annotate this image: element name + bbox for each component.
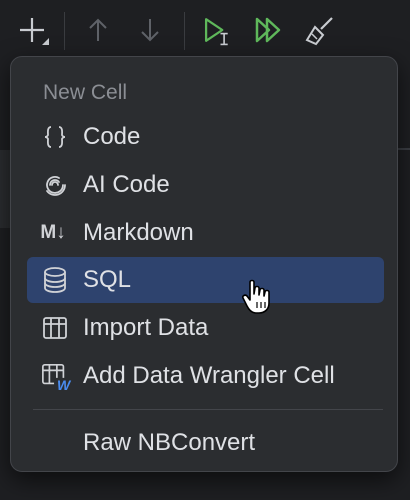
plus-icon xyxy=(20,18,49,45)
menu-item-label: AI Code xyxy=(83,171,170,198)
move-down-button[interactable] xyxy=(132,12,168,48)
menu-item-label: Code xyxy=(83,123,141,150)
run-cell-button[interactable] xyxy=(198,12,234,48)
hand-cursor-icon xyxy=(242,279,270,314)
add-cell-button[interactable] xyxy=(14,12,50,48)
menu-item-label: Markdown xyxy=(83,219,194,246)
database-icon xyxy=(41,266,69,294)
table-icon xyxy=(41,314,69,342)
run-all-button[interactable] xyxy=(250,12,286,48)
markdown-icon: M↓ xyxy=(40,222,66,243)
clear-outputs-button[interactable] xyxy=(302,12,338,48)
new-cell-menu: New Cell Code AI Code M↓ Markdown SQL Im… xyxy=(10,56,398,472)
braces-icon xyxy=(41,123,69,151)
menu-divider xyxy=(33,409,383,410)
ai-spiral-icon xyxy=(41,171,69,199)
move-up-button[interactable] xyxy=(80,12,116,48)
toolbar-separator xyxy=(184,12,185,50)
menu-item-label: Import Data xyxy=(83,314,209,341)
menu-item-label: SQL xyxy=(83,266,132,293)
menu-item-label: Add Data Wrangler Cell xyxy=(83,362,335,389)
menu-item-markdown[interactable]: M↓ Markdown xyxy=(27,210,384,256)
menu-item-raw-nbconvert[interactable]: Raw NBConvert xyxy=(27,420,384,466)
menu-header: New Cell xyxy=(43,81,128,104)
menu-item-data-wrangler[interactable]: W Add Data Wrangler Cell xyxy=(27,353,384,399)
menu-item-sql[interactable]: SQL xyxy=(27,257,384,303)
arrow-down-icon xyxy=(141,19,159,42)
toolbar-separator xyxy=(64,12,65,50)
table-w-icon: W xyxy=(41,362,71,393)
menu-item-label: Raw NBConvert xyxy=(83,429,256,456)
notebook-toolbar xyxy=(0,0,410,60)
menu-item-import-data[interactable]: Import Data xyxy=(27,305,384,351)
menu-item-ai-code[interactable]: AI Code xyxy=(27,162,384,208)
run-cursor-icon xyxy=(204,18,228,46)
broom-icon xyxy=(305,17,333,46)
arrow-up-icon xyxy=(89,18,107,41)
wrangler-badge: W xyxy=(57,377,71,393)
run-all-icon xyxy=(255,17,281,43)
menu-item-code[interactable]: Code xyxy=(27,114,384,160)
